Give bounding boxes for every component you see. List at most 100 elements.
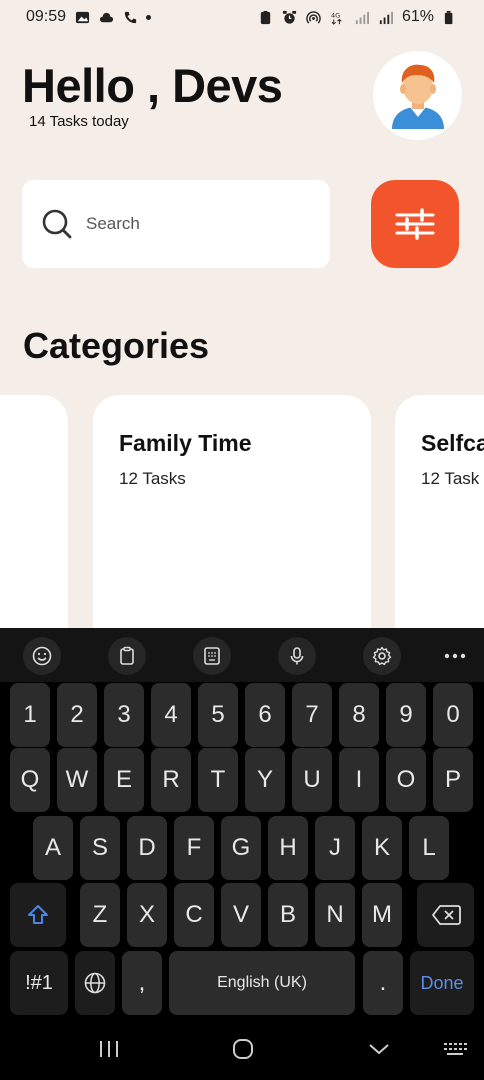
categories-title: Categories: [23, 325, 210, 366]
key-f[interactable]: F: [174, 816, 214, 880]
key-b[interactable]: B: [268, 883, 308, 947]
key-l[interactable]: L: [409, 816, 449, 880]
done-key[interactable]: Done: [410, 951, 474, 1015]
key-m[interactable]: M: [362, 883, 402, 947]
category-card-count: 12 Tasks: [119, 469, 186, 488]
key-z[interactable]: Z: [80, 883, 120, 947]
category-card-title: Selfca: [421, 430, 484, 456]
clipboard-status-icon: [258, 9, 274, 25]
voice-input-button[interactable]: [278, 637, 316, 675]
key-n[interactable]: N: [315, 883, 355, 947]
category-card-count: 12 Task: [421, 469, 480, 488]
key-y[interactable]: Y: [245, 748, 285, 812]
clipboard-button[interactable]: [108, 637, 146, 675]
status-time: 09:59: [26, 8, 67, 25]
key-7[interactable]: 7: [292, 683, 332, 747]
key-5[interactable]: 5: [198, 683, 238, 747]
greeting-title: Hello , Devs: [22, 59, 283, 112]
hide-keyboard-button[interactable]: [365, 1034, 393, 1064]
key-g[interactable]: G: [221, 816, 261, 880]
globe-icon: [84, 972, 106, 994]
status-right: 4G 61%: [258, 8, 458, 26]
category-carousel[interactable]: Family Time 12 Tasks Selfca 12 Task: [0, 395, 484, 628]
ellipsis-icon: [444, 653, 466, 659]
battery-percent: 61%: [401, 8, 434, 25]
key-r[interactable]: R: [151, 748, 191, 812]
key-4[interactable]: 4: [151, 683, 191, 747]
cloud-icon: [98, 9, 114, 25]
hotspot-icon: [306, 9, 322, 25]
clipboard-icon: [120, 646, 134, 665]
more-options-button[interactable]: [436, 637, 474, 675]
key-u[interactable]: U: [292, 748, 332, 812]
comma-key[interactable]: ,: [122, 951, 162, 1015]
shift-icon: [28, 905, 48, 924]
microphone-icon: [290, 647, 304, 665]
backspace-key[interactable]: [417, 883, 474, 947]
svg-text:4G: 4G: [331, 11, 340, 19]
user-avatar-icon: [391, 64, 444, 129]
key-d[interactable]: D: [127, 816, 167, 880]
signal-icon-2: [378, 9, 394, 25]
battery-icon: [442, 9, 458, 25]
recent-apps-button[interactable]: [95, 1034, 123, 1064]
avatar[interactable]: [373, 51, 462, 140]
key-v[interactable]: V: [221, 883, 261, 947]
category-card-title: Family Time: [119, 430, 252, 456]
keyboard-settings-button[interactable]: [363, 637, 401, 675]
key-q[interactable]: Q: [10, 748, 50, 812]
keypad-mode-button[interactable]: [193, 637, 231, 675]
notification-dot-icon: [146, 14, 152, 20]
category-card-family-time[interactable]: Family Time 12 Tasks: [93, 395, 371, 628]
key-1[interactable]: 1: [10, 683, 50, 747]
language-key[interactable]: [75, 951, 115, 1015]
keyboard-toolbar: [0, 628, 484, 682]
keyboard-switch-button[interactable]: [440, 1034, 470, 1064]
search-input[interactable]: [86, 214, 306, 234]
emoji-icon: [32, 646, 52, 666]
category-card[interactable]: [0, 395, 68, 628]
key-9[interactable]: 9: [386, 683, 426, 747]
space-key[interactable]: English (UK): [169, 951, 355, 1015]
4g-icon: 4G: [330, 9, 346, 25]
status-left: 09:59: [26, 8, 152, 26]
key-s[interactable]: S: [80, 816, 120, 880]
search-box[interactable]: [22, 180, 330, 268]
key-2[interactable]: 2: [57, 683, 97, 747]
shift-key[interactable]: [10, 883, 66, 947]
key-8[interactable]: 8: [339, 683, 379, 747]
signal-icon-1: [354, 9, 370, 25]
key-k[interactable]: K: [362, 816, 402, 880]
key-a[interactable]: A: [33, 816, 73, 880]
period-key[interactable]: .: [363, 951, 403, 1015]
backspace-icon: [431, 905, 461, 925]
keyboard-icon: [444, 1043, 467, 1055]
gear-icon: [372, 646, 392, 666]
home-icon: [233, 1039, 253, 1059]
system-nav-bar: [0, 1018, 484, 1080]
key-w[interactable]: W: [57, 748, 97, 812]
gallery-icon: [74, 9, 90, 25]
recents-icon: [100, 1041, 118, 1057]
key-x[interactable]: X: [127, 883, 167, 947]
key-6[interactable]: 6: [245, 683, 285, 747]
key-h[interactable]: H: [268, 816, 308, 880]
key-t[interactable]: T: [198, 748, 238, 812]
key-j[interactable]: J: [315, 816, 355, 880]
search-icon: [42, 209, 72, 239]
category-card-selfcare[interactable]: Selfca 12 Task: [395, 395, 484, 628]
home-button[interactable]: [229, 1034, 257, 1064]
filter-button[interactable]: [371, 180, 459, 268]
key-c[interactable]: C: [174, 883, 214, 947]
key-3[interactable]: 3: [104, 683, 144, 747]
key-0[interactable]: 0: [433, 683, 473, 747]
emoji-button[interactable]: [23, 637, 61, 675]
tasks-today-count: 14 Tasks today: [29, 113, 129, 130]
key-o[interactable]: O: [386, 748, 426, 812]
key-e[interactable]: E: [104, 748, 144, 812]
key-i[interactable]: I: [339, 748, 379, 812]
status-bar: 09:59 4G 61%: [0, 0, 484, 34]
symbols-key[interactable]: !#1: [10, 951, 68, 1015]
key-p[interactable]: P: [433, 748, 473, 812]
alarm-icon: [282, 9, 298, 25]
